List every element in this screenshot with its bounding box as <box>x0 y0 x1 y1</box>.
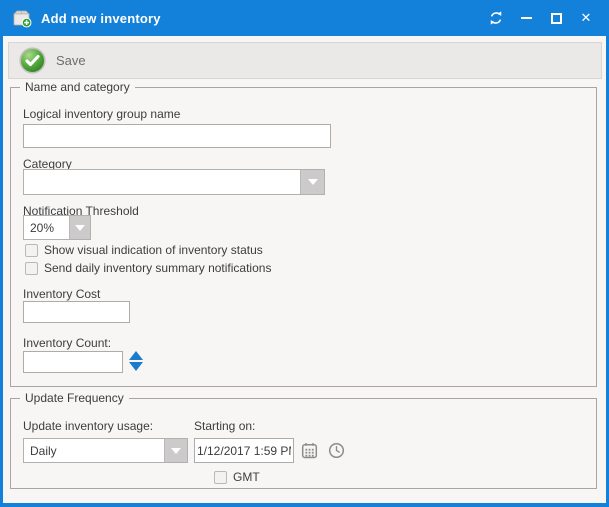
maximize-icon <box>551 13 562 24</box>
update-usage-dropdown-button[interactable] <box>164 439 187 462</box>
group-legend: Name and category <box>20 80 135 94</box>
close-button[interactable]: ✕ <box>571 4 601 32</box>
inventory-cost-input[interactable] <box>23 301 130 323</box>
window-body: Save Name and category Logical inventory… <box>3 36 606 503</box>
inventory-add-icon <box>12 8 32 28</box>
toolbar: Save <box>8 42 602 79</box>
visual-indication-checkbox[interactable] <box>25 244 38 257</box>
starting-on-label: Starting on: <box>194 419 255 433</box>
maximize-button[interactable] <box>541 4 571 32</box>
gmt-checkbox[interactable] <box>214 471 227 484</box>
window-title: Add new inventory <box>41 11 161 26</box>
inventory-cost-label: Inventory Cost <box>23 287 100 301</box>
group-legend: Update Frequency <box>20 391 129 405</box>
refresh-icon <box>488 10 504 26</box>
update-usage-value[interactable]: Daily <box>24 439 164 462</box>
update-usage-dropdown[interactable]: Daily <box>23 438 188 463</box>
save-label: Save <box>56 53 86 68</box>
threshold-value[interactable]: 20% <box>24 216 69 239</box>
save-check-icon <box>19 47 46 74</box>
spinner-down-icon[interactable] <box>129 362 143 371</box>
update-usage-label: Update inventory usage: <box>23 419 153 433</box>
inventory-count-input[interactable] <box>23 351 123 373</box>
category-value[interactable] <box>24 170 300 194</box>
spinner-up-icon[interactable] <box>129 351 143 360</box>
save-button[interactable]: Save <box>9 43 100 78</box>
window-controls: ✕ <box>481 4 601 32</box>
visual-indication-label: Show visual indication of inventory stat… <box>44 243 263 257</box>
daily-summary-label: Send daily inventory summary notificatio… <box>44 261 271 275</box>
group-name-label: Logical inventory group name <box>23 107 180 121</box>
gmt-checkbox-row[interactable]: GMT <box>214 470 260 484</box>
category-dropdown[interactable] <box>23 169 325 195</box>
gmt-label: GMT <box>233 470 260 484</box>
minimize-button[interactable] <box>511 4 541 32</box>
group-name-and-category: Name and category Logical inventory grou… <box>10 87 597 387</box>
daily-summary-checkbox-row[interactable]: Send daily inventory summary notificatio… <box>25 261 271 275</box>
category-dropdown-button[interactable] <box>300 170 324 194</box>
group-name-input[interactable] <box>23 124 331 148</box>
daily-summary-checkbox[interactable] <box>25 262 38 275</box>
clock-icon[interactable] <box>328 442 345 459</box>
group-update-frequency: Update Frequency Update inventory usage:… <box>10 398 597 489</box>
threshold-dropdown[interactable]: 20% <box>23 215 91 240</box>
chevron-down-icon <box>308 179 318 185</box>
starting-on-input[interactable] <box>194 438 294 463</box>
title-bar[interactable]: Add new inventory ✕ <box>0 0 609 36</box>
refresh-button[interactable] <box>481 4 511 32</box>
visual-indication-checkbox-row[interactable]: Show visual indication of inventory stat… <box>25 243 263 257</box>
calendar-icon[interactable] <box>301 442 318 459</box>
inventory-count-label: Inventory Count: <box>23 336 111 350</box>
inventory-count-spinner[interactable] <box>129 351 143 371</box>
chevron-down-icon <box>75 225 85 231</box>
minimize-icon <box>521 17 532 19</box>
chevron-down-icon <box>171 448 181 454</box>
add-inventory-window: Add new inventory ✕ <box>0 0 609 507</box>
threshold-dropdown-button[interactable] <box>69 216 90 239</box>
